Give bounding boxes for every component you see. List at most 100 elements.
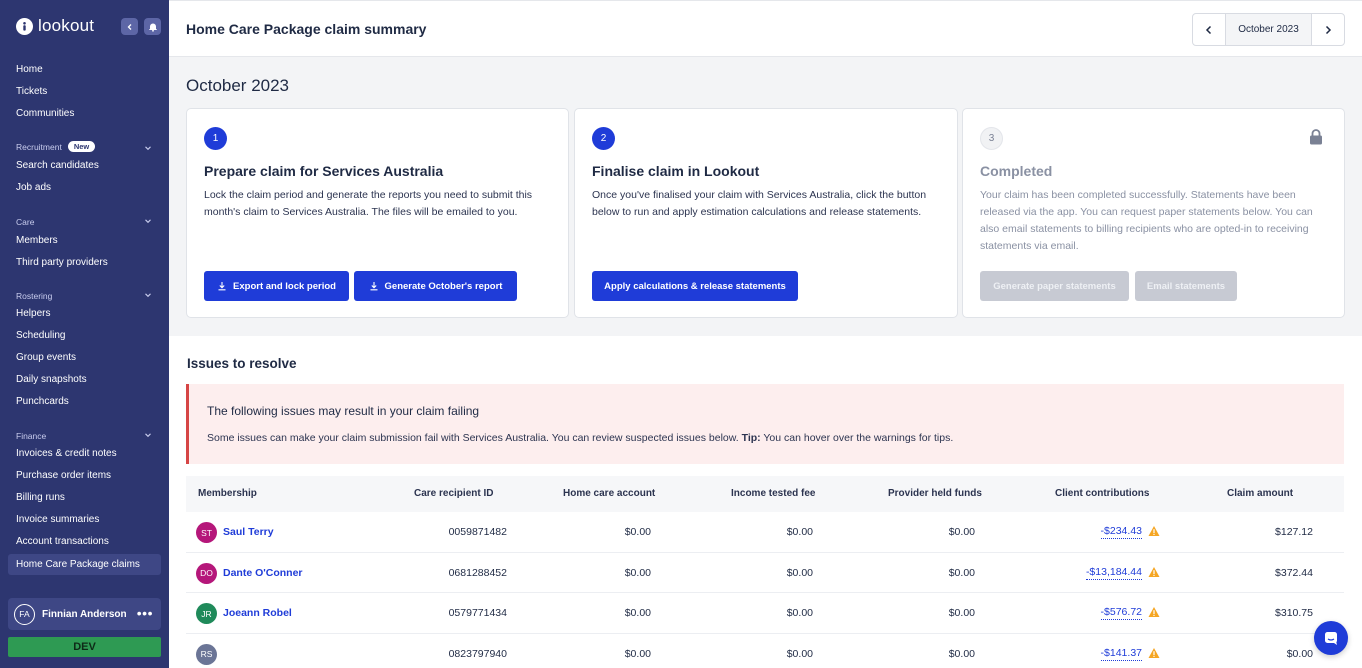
apply-calculations-button[interactable]: Apply calculations & release statements	[592, 271, 798, 301]
nav-communities[interactable]: Communities	[16, 108, 74, 119]
chevron-left-icon	[127, 23, 131, 30]
chevron-down-icon[interactable]	[144, 431, 152, 439]
nav-home-care-package-claims[interactable]: Home Care Package claims	[16, 559, 140, 570]
button-label: Generate paper statements	[993, 280, 1116, 292]
generate-paper-statements-button[interactable]: Generate paper statements	[980, 271, 1129, 301]
care-recipient-id: 0059871482	[448, 526, 507, 538]
column-header[interactable]: Care recipient ID	[414, 488, 493, 499]
chevron-down-icon[interactable]	[144, 144, 152, 152]
nav-punchcards[interactable]: Punchcards	[16, 396, 69, 407]
chevron-down-icon[interactable]	[144, 291, 152, 299]
avatar: RS	[196, 643, 217, 665]
warning-icon[interactable]	[1148, 647, 1160, 659]
nav-group-events[interactable]: Group events	[16, 352, 76, 363]
export-lock-period-button[interactable]: Export and lock period	[204, 271, 349, 301]
column-header[interactable]: Client contributions	[1055, 488, 1149, 499]
claim-amount-value: $310.75	[1275, 607, 1313, 619]
warning-icon[interactable]	[1148, 525, 1160, 537]
client-contribution-value[interactable]: -$234.43	[1100, 525, 1142, 539]
chat-button[interactable]	[1314, 621, 1348, 655]
income-tested-fee-value: $0.00	[786, 607, 813, 619]
member-link[interactable]: Joeann Robel	[223, 607, 292, 619]
generate-report-button[interactable]: Generate October's report	[354, 271, 517, 301]
brand-name: lookout	[38, 16, 95, 35]
next-month-button[interactable]	[1312, 14, 1344, 45]
chevron-left-icon	[1205, 25, 1212, 34]
nav-invoices-credit-notes[interactable]: Invoices & credit notes	[16, 448, 117, 459]
claims-table: Membership Care recipient ID Home care a…	[186, 476, 1344, 668]
alert-text: Some issues can make your claim submissi…	[207, 432, 953, 444]
period-label[interactable]: October 2023	[1225, 14, 1312, 45]
nav-job-ads[interactable]: Job ads	[16, 182, 51, 193]
nav-invoice-summaries[interactable]: Invoice summaries	[16, 514, 99, 525]
avatar: DO	[196, 562, 217, 584]
user-name: Finnian Anderson	[42, 608, 127, 620]
warning-icon[interactable]	[1148, 606, 1160, 618]
table-row[interactable]: DO Dante O'Conner 0681288452 $0.00 $0.00 $0.0…	[186, 553, 1344, 593]
step-number: 3	[980, 127, 1003, 150]
provider-held-funds-value: $0.00	[948, 566, 975, 579]
logo[interactable]: lookout	[16, 16, 94, 36]
step-number: 2	[592, 127, 615, 150]
client-contribution-value[interactable]: -$576.72	[1100, 606, 1142, 620]
nav-tickets[interactable]: Tickets	[16, 86, 47, 97]
claim-amount-value: $127.12	[1275, 526, 1313, 538]
home-care-account-value: $0.00	[624, 566, 651, 579]
provider-held-funds-value: $0.00	[948, 647, 975, 660]
member-link[interactable]: Saul Terry	[223, 526, 274, 538]
more-options-icon[interactable]: •••	[137, 606, 153, 620]
collapse-sidebar-button[interactable]	[121, 18, 138, 35]
alert-title: The following issues may result in your …	[207, 404, 480, 418]
table-header: Membership Care recipient ID Home care a…	[186, 476, 1344, 512]
step-number: 1	[204, 127, 227, 150]
nav-section-rostering[interactable]: Rostering	[16, 291, 52, 301]
member-link[interactable]: Dante O'Conner	[223, 567, 303, 579]
chat-icon	[1325, 632, 1337, 645]
nav-purchase-order-items[interactable]: Purchase order items	[16, 470, 111, 481]
column-header[interactable]: Claim amount	[1227, 488, 1293, 499]
button-label: Generate October's report	[384, 280, 503, 292]
care-recipient-id: 0579771434	[448, 607, 507, 619]
column-header[interactable]: Membership	[198, 488, 257, 499]
home-care-account-value: $0.00	[624, 607, 651, 619]
client-contribution-value[interactable]: -$141.37	[1100, 647, 1142, 661]
home-care-account-value: $0.00	[624, 526, 651, 538]
card-title: Prepare claim for Services Australia	[204, 163, 444, 179]
income-tested-fee-value: $0.00	[786, 526, 813, 538]
column-header[interactable]: Provider held funds	[888, 488, 982, 499]
notifications-button[interactable]	[144, 18, 161, 35]
nav-section-recruitment[interactable]: Recruitment New	[16, 141, 96, 152]
card-description: Your claim has been completed successful…	[980, 189, 1313, 252]
nav-helpers[interactable]: Helpers	[16, 308, 50, 319]
table-row[interactable]: ST Saul Terry 0059871482 $0.00 $0.00 $0.00 -$2…	[186, 512, 1344, 553]
nav-daily-snapshots[interactable]: Daily snapshots	[16, 374, 87, 385]
nav-section-care[interactable]: Care	[16, 217, 34, 227]
nav-section-finance[interactable]: Finance	[16, 431, 46, 441]
client-contribution-value[interactable]: -$13,184.44	[1085, 566, 1142, 580]
email-statements-button[interactable]: Email statements	[1135, 271, 1237, 301]
table-body: ST Saul Terry 0059871482 $0.00 $0.00 $0.00 -$2…	[186, 512, 1344, 668]
nav-search-candidates[interactable]: Search candidates	[16, 160, 99, 171]
nav-home[interactable]: Home	[16, 64, 43, 75]
column-header[interactable]: Income tested fee	[731, 488, 815, 499]
nav-billing-runs[interactable]: Billing runs	[16, 492, 65, 503]
nav-account-transactions[interactable]: Account transactions	[16, 536, 109, 547]
previous-month-button[interactable]	[1193, 14, 1225, 45]
issues-section: Issues to resolve The following issues m…	[169, 336, 1362, 668]
step-card-finalise: 2 Finalise claim in Lookout Once you've …	[574, 108, 958, 318]
nav-members[interactable]: Members	[16, 235, 58, 246]
chevron-down-icon[interactable]	[144, 217, 152, 225]
table-row[interactable]: RS 0823797940 $0.00 $0.00 $0.00 -$141.37 $0.00	[186, 634, 1344, 668]
table-row[interactable]: JR Joeann Robel 0579771434 $0.00 $0.00 $0.00 -…	[186, 593, 1344, 634]
button-label: Export and lock period	[233, 280, 336, 292]
nav-third-party-providers[interactable]: Third party providers	[16, 257, 108, 268]
nav-scheduling[interactable]: Scheduling	[16, 330, 65, 341]
column-header[interactable]: Home care account	[563, 488, 655, 499]
card-title: Completed	[980, 163, 1053, 179]
user-menu[interactable]: FA Finnian Anderson •••	[8, 598, 161, 630]
button-label: Apply calculations & release statements	[604, 280, 786, 292]
warning-icon[interactable]	[1148, 566, 1160, 578]
sidebar: lookout Home Tickets Communities Recruit…	[0, 0, 169, 668]
download-icon	[370, 282, 378, 291]
step-card-prepare: 1 Prepare claim for Services Australia L…	[186, 108, 569, 318]
